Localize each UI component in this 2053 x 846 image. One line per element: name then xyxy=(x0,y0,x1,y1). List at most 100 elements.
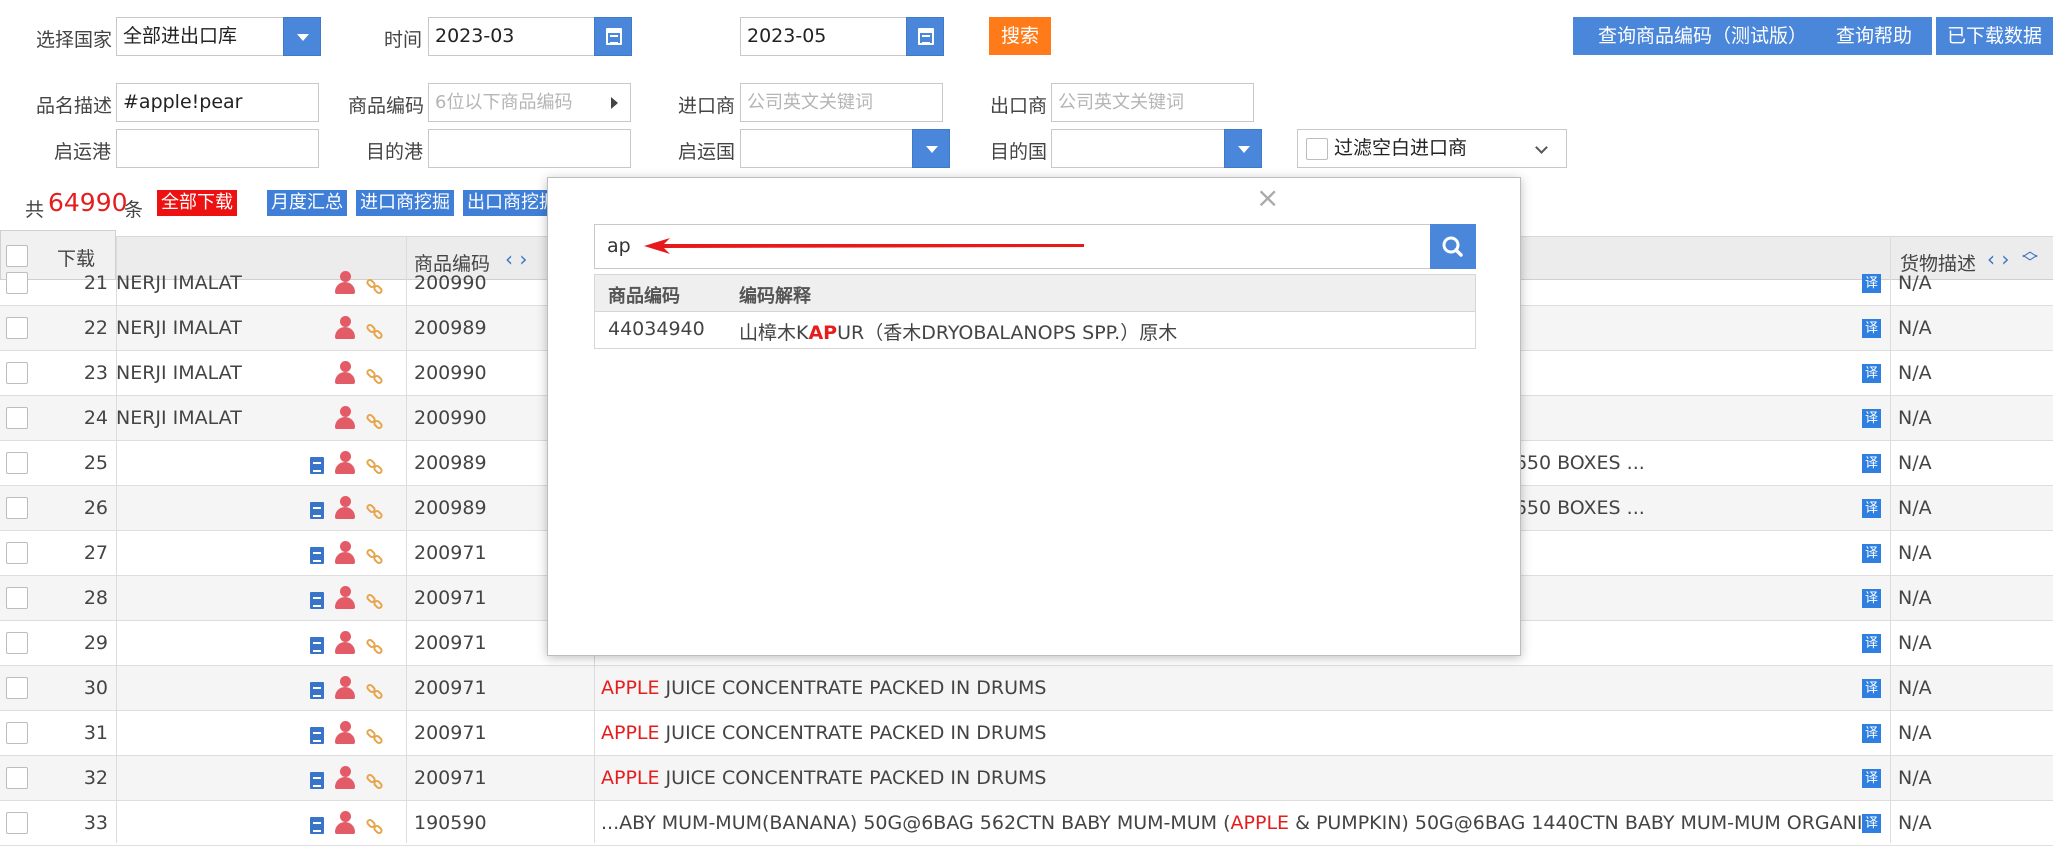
goods-desc: N/A xyxy=(1898,587,1932,609)
chevron-right-icon[interactable] xyxy=(611,97,618,109)
document-icon[interactable] xyxy=(310,637,324,654)
origin-country-dropdown-button[interactable] xyxy=(912,129,950,168)
link-icon[interactable] xyxy=(364,367,386,387)
document-icon[interactable] xyxy=(310,547,324,564)
row-checkbox[interactable] xyxy=(6,317,28,339)
document-icon[interactable] xyxy=(310,457,324,474)
translate-icon[interactable]: 译 xyxy=(1862,364,1881,383)
link-icon[interactable] xyxy=(364,547,386,567)
person-icon[interactable] xyxy=(334,811,356,835)
filter-blank-importer-label: 过滤空白进口商 xyxy=(1334,137,1468,159)
country-dropdown-button[interactable] xyxy=(283,17,321,56)
translate-icon[interactable]: 译 xyxy=(1862,319,1881,338)
row-checkbox[interactable] xyxy=(6,407,28,429)
total-suffix: 条 xyxy=(124,199,144,221)
download-all-button[interactable]: 全部下载 xyxy=(157,190,237,216)
person-icon[interactable] xyxy=(334,631,356,655)
person-icon[interactable] xyxy=(334,721,356,745)
translate-icon[interactable]: 译 xyxy=(1862,814,1881,833)
result-desc-highlight: AP xyxy=(808,322,838,344)
link-icon[interactable] xyxy=(364,322,386,342)
person-icon[interactable] xyxy=(334,451,356,475)
dest-country-dropdown-button[interactable] xyxy=(1224,129,1262,168)
person-icon[interactable] xyxy=(334,496,356,520)
result-row[interactable]: 44034940 山樟木KAPUR（香木DRYOBALANOPS SPP.）原木 xyxy=(595,312,1475,348)
search-submit-button[interactable] xyxy=(1430,224,1476,269)
person-icon[interactable] xyxy=(334,541,356,565)
column-divider xyxy=(116,236,117,843)
row-checkbox[interactable] xyxy=(6,767,28,789)
results-col-desc: 编码解释 xyxy=(739,286,811,307)
link-icon[interactable] xyxy=(364,727,386,747)
translate-icon[interactable]: 译 xyxy=(1862,724,1881,743)
description: APPLE JUICE CONCENTRATE PACKED IN DRUMS xyxy=(601,711,1871,756)
person-icon[interactable] xyxy=(334,361,356,385)
close-icon[interactable]: × xyxy=(1256,184,1279,212)
translate-icon[interactable]: 译 xyxy=(1862,274,1881,293)
dest-port-input[interactable] xyxy=(428,129,631,168)
end-date-calendar-button[interactable] xyxy=(906,17,944,56)
translate-icon[interactable]: 译 xyxy=(1862,409,1881,428)
person-icon[interactable] xyxy=(334,271,356,295)
row-checkbox[interactable] xyxy=(6,272,28,294)
query-hs-code-button[interactable]: 查询商品编码（测试版） xyxy=(1573,17,1832,55)
person-icon[interactable] xyxy=(334,316,356,340)
importer-input[interactable]: 公司英文关键词 xyxy=(740,83,943,122)
link-icon[interactable] xyxy=(364,772,386,792)
chevron-down-icon xyxy=(297,34,309,41)
link-icon[interactable] xyxy=(364,502,386,522)
start-date-calendar-button[interactable] xyxy=(594,17,632,56)
company-name xyxy=(116,711,316,756)
translate-icon[interactable]: 译 xyxy=(1862,544,1881,563)
link-icon[interactable] xyxy=(364,682,386,702)
chevron-down-icon xyxy=(926,146,938,153)
person-icon[interactable] xyxy=(334,766,356,790)
exporter-input[interactable]: 公司英文关键词 xyxy=(1051,83,1254,122)
link-icon[interactable] xyxy=(364,412,386,432)
product-desc-input[interactable]: #apple!pear xyxy=(116,83,319,122)
importer-mining-button[interactable]: 进口商挖掘 xyxy=(356,190,454,216)
person-icon[interactable] xyxy=(334,676,356,700)
row-checkbox[interactable] xyxy=(6,452,28,474)
filter-blank-importer-checkbox[interactable] xyxy=(1306,138,1328,160)
document-icon[interactable] xyxy=(310,502,324,519)
translate-icon[interactable]: 译 xyxy=(1862,499,1881,518)
row-number: 33 xyxy=(83,812,108,834)
filter-blank-importer-select[interactable]: 过滤空白进口商 xyxy=(1297,129,1567,168)
link-icon[interactable] xyxy=(364,817,386,837)
monthly-summary-button[interactable]: 月度汇总 xyxy=(267,190,347,216)
link-icon[interactable] xyxy=(364,277,386,297)
origin-port-label: 启运港 xyxy=(54,141,112,163)
translate-icon[interactable]: 译 xyxy=(1862,679,1881,698)
row-checkbox[interactable] xyxy=(6,632,28,654)
translate-icon[interactable]: 译 xyxy=(1862,769,1881,788)
row-checkbox[interactable] xyxy=(6,542,28,564)
translate-icon[interactable]: 译 xyxy=(1862,454,1881,473)
description-rest: JUICE CONCENTRATE PACKED IN DRUMS xyxy=(659,677,1047,699)
help-button[interactable]: 查询帮助 xyxy=(1816,17,1932,55)
row-checkbox[interactable] xyxy=(6,497,28,519)
link-icon[interactable] xyxy=(364,457,386,477)
row-checkbox[interactable] xyxy=(6,812,28,834)
document-icon[interactable] xyxy=(310,682,324,699)
row-checkbox[interactable] xyxy=(6,587,28,609)
search-button[interactable]: 搜索 xyxy=(989,17,1051,55)
document-icon[interactable] xyxy=(310,592,324,609)
person-icon[interactable] xyxy=(334,406,356,430)
link-icon[interactable] xyxy=(364,592,386,612)
person-icon[interactable] xyxy=(334,586,356,610)
hs-code-input[interactable]: 6位以下商品编码 xyxy=(428,83,631,122)
link-icon[interactable] xyxy=(364,637,386,657)
goods-desc: N/A xyxy=(1898,542,1932,564)
origin-port-input[interactable] xyxy=(116,129,319,168)
downloaded-data-button[interactable]: 已下载数据 xyxy=(1936,17,2053,55)
translate-icon[interactable]: 译 xyxy=(1862,634,1881,653)
row-checkbox[interactable] xyxy=(6,722,28,744)
document-icon[interactable] xyxy=(310,772,324,789)
row-checkbox[interactable] xyxy=(6,362,28,384)
document-icon[interactable] xyxy=(310,727,324,744)
column-divider xyxy=(406,236,407,843)
row-checkbox[interactable] xyxy=(6,677,28,699)
document-icon[interactable] xyxy=(310,817,324,834)
translate-icon[interactable]: 译 xyxy=(1862,589,1881,608)
